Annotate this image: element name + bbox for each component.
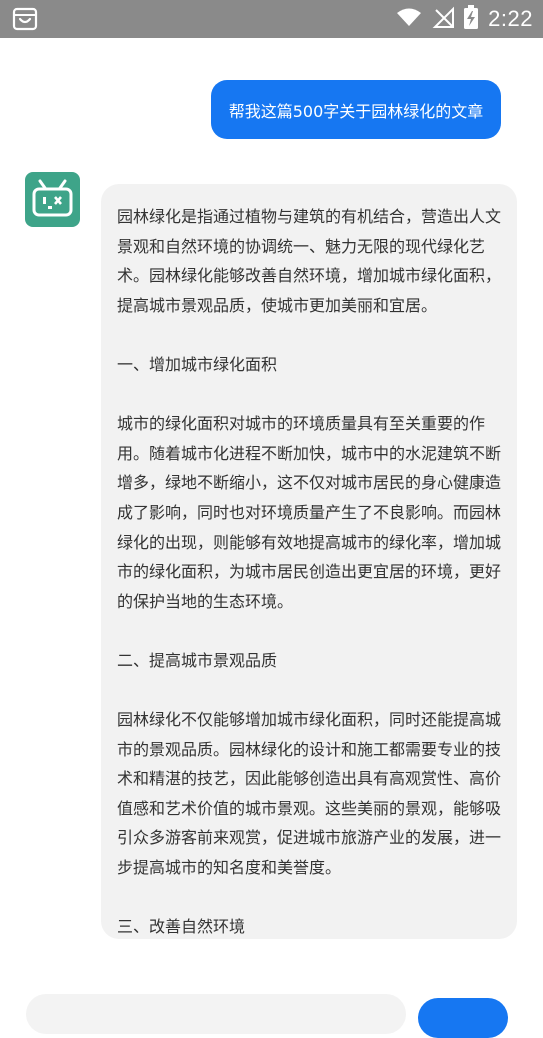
robot-icon xyxy=(25,179,80,231)
status-icons: 2:22 xyxy=(396,0,533,38)
no-signal-icon xyxy=(432,6,455,32)
send-button[interactable] xyxy=(418,998,508,1038)
bot-avatar xyxy=(25,172,80,227)
status-bar: 2:22 xyxy=(0,0,543,38)
battery-charging-icon xyxy=(464,5,479,33)
bot-paragraph-intro: 园林绿化是指通过植物与建筑的有机结合，营造出人文景观和自然环境的协调统一、魅力无… xyxy=(117,207,502,315)
bot-heading-1: 一、增加城市绿化面积 xyxy=(117,354,278,374)
notification-bag-icon xyxy=(12,7,38,31)
message-input[interactable] xyxy=(26,994,406,1034)
bot-heading-3: 三、改善自然环境 xyxy=(117,917,246,937)
wifi-icon xyxy=(396,7,422,31)
bot-message-bubble: 园林绿化是指通过植物与建筑的有机结合，营造出人文景观和自然环境的协调统一、魅力无… xyxy=(101,184,517,939)
bot-paragraph-1: 城市的绿化面积对城市的环境质量具有至关重要的作用。随着城市化进程不断加快，城市中… xyxy=(117,414,502,611)
input-bar xyxy=(0,954,543,1038)
chat-area[interactable]: 帮我这篇500字关于园林绿化的文章 园林绿化是指通过植物与建筑的有机结合，营造出… xyxy=(0,38,543,1038)
bot-paragraph-2: 园林绿化不仅能够增加城市绿化面积，同时还能提高城市的景观品质。园林绿化的设计和施… xyxy=(117,710,502,878)
user-message-bubble: 帮我这篇500字关于园林绿化的文章 xyxy=(211,80,501,139)
bot-heading-2: 二、提高城市景观品质 xyxy=(117,650,278,670)
status-time: 2:22 xyxy=(488,6,533,31)
